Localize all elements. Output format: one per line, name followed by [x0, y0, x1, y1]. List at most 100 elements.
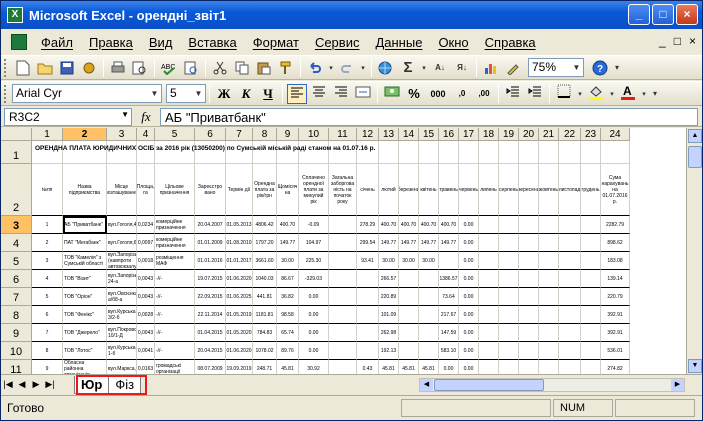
cell[interactable]: 0.00 [299, 324, 329, 342]
cell[interactable]: 9 [32, 360, 63, 374]
column-title-cell[interactable]: Площа, га [137, 164, 155, 216]
cell[interactable] [519, 288, 539, 306]
column-header[interactable]: 14 [399, 128, 419, 141]
cell[interactable] [559, 252, 581, 270]
spelling-icon[interactable]: ABC [159, 58, 179, 78]
column-header[interactable]: 17 [459, 128, 479, 141]
font-size-select[interactable]: 5 ▼ [166, 84, 206, 103]
cell[interactable] [329, 342, 357, 360]
autosum-dropdown-icon[interactable]: ▾ [420, 58, 428, 78]
cell[interactable] [581, 141, 601, 164]
next-sheet-icon[interactable]: ▶ [29, 379, 43, 390]
cut-icon[interactable] [210, 58, 230, 78]
cell[interactable]: вул.Покровська 10/1-Д [107, 324, 137, 342]
cell[interactable] [581, 360, 601, 374]
scroll-up-icon[interactable]: ▲ [688, 129, 702, 143]
cell[interactable]: 0,0028 [137, 306, 155, 324]
column-title-cell[interactable]: Зареєстро вано [195, 164, 226, 216]
cell[interactable]: 01.05.2020 [226, 324, 253, 342]
cell[interactable] [519, 324, 539, 342]
cell[interactable]: вул.Гоголя,6 [107, 234, 137, 252]
maximize-button[interactable]: □ [652, 4, 674, 25]
cell[interactable] [559, 216, 581, 234]
column-title-cell[interactable]: Термін дії [226, 164, 253, 216]
cell[interactable]: 0.00 [459, 270, 479, 288]
cell[interactable]: 220.89 [379, 288, 399, 306]
cell[interactable]: 220.79 [601, 288, 630, 306]
cell[interactable]: 1 [32, 216, 63, 234]
cell[interactable]: 149.77 [379, 234, 399, 252]
column-header[interactable]: 18 [479, 128, 499, 141]
cell[interactable]: 0.00 [439, 360, 459, 374]
column-header[interactable]: 12 [357, 128, 379, 141]
percent-button[interactable]: % [404, 84, 424, 104]
column-header[interactable]: 5 [155, 128, 195, 141]
new-icon[interactable] [13, 58, 33, 78]
cell[interactable]: 0.00 [299, 306, 329, 324]
cell[interactable] [479, 216, 499, 234]
cell[interactable] [399, 306, 419, 324]
cell[interactable]: 0.00 [459, 288, 479, 306]
row-header[interactable]: 8 [1, 306, 32, 324]
cell[interactable] [399, 288, 419, 306]
scroll-left-icon[interactable]: ◀ [420, 379, 433, 391]
toolbar-options-icon[interactable]: ▾ [650, 84, 660, 104]
column-title-cell[interactable]: Цільове призначення [155, 164, 195, 216]
cell[interactable] [499, 324, 519, 342]
borders-icon[interactable] [554, 84, 574, 104]
cell[interactable]: 01.08.2010 [226, 234, 253, 252]
undo-icon[interactable] [305, 58, 325, 78]
cell[interactable]: ТОВ "Лотос" [63, 342, 107, 360]
cell[interactable]: вул.Курська 1-б [107, 342, 137, 360]
cell[interactable]: 45.81 [277, 360, 299, 374]
scroll-right-icon[interactable]: ▶ [671, 379, 684, 391]
align-right-icon[interactable] [331, 84, 351, 104]
cell[interactable]: 400.70 [379, 216, 399, 234]
column-title-cell[interactable]: лютий [379, 164, 399, 216]
select-all-corner[interactable] [1, 128, 32, 141]
row-header[interactable]: 1 [1, 141, 32, 164]
cell[interactable] [581, 306, 601, 324]
cell[interactable]: 0.00 [299, 342, 329, 360]
formula-input[interactable]: АБ "Приватбанк" [160, 107, 698, 126]
cell[interactable]: 3 [32, 252, 63, 270]
cell[interactable] [519, 342, 539, 360]
column-header[interactable]: 21 [539, 128, 559, 141]
column-header[interactable]: 2 [63, 128, 107, 141]
cell[interactable]: 4 [32, 270, 63, 288]
cell[interactable]: 86.67 [277, 270, 299, 288]
cell[interactable] [357, 288, 379, 306]
cell[interactable]: 0,0043 [137, 288, 155, 306]
cell[interactable] [559, 360, 581, 374]
cell[interactable]: Обласна районна організація [63, 360, 107, 374]
open-icon[interactable] [35, 58, 55, 78]
column-title-cell[interactable]: Орендна плата за рік/грн [253, 164, 277, 216]
cell[interactable]: 19.09.2019 [226, 360, 253, 374]
cell[interactable] [499, 342, 519, 360]
cell[interactable]: АБ "Приватбанк" [63, 216, 107, 234]
zoom-dropdown-icon[interactable]: ▼ [570, 59, 583, 76]
cell[interactable]: комерційне призначення [155, 234, 195, 252]
cell[interactable]: 6 [32, 306, 63, 324]
cell[interactable] [439, 252, 459, 270]
cell[interactable]: 08.07.2009 [195, 360, 226, 374]
cell[interactable] [419, 306, 439, 324]
insert-function-button[interactable]: fx [132, 109, 160, 125]
column-header[interactable]: 13 [379, 128, 399, 141]
cell[interactable] [479, 342, 499, 360]
cell[interactable] [539, 324, 559, 342]
cell[interactable]: 0,0018 [137, 252, 155, 270]
cell[interactable]: 299.54 [357, 234, 379, 252]
cell[interactable]: 36.82 [277, 288, 299, 306]
cell[interactable] [539, 216, 559, 234]
sort-asc-icon[interactable]: А↓ [430, 58, 450, 78]
column-title-cell[interactable]: Назва підприємства [63, 164, 107, 216]
cell[interactable]: 7 [32, 324, 63, 342]
cell[interactable] [419, 324, 439, 342]
paste-icon[interactable] [254, 58, 274, 78]
cell[interactable]: 01.06.2025 [226, 288, 253, 306]
bold-button[interactable]: Ж [214, 84, 234, 104]
copy-icon[interactable] [232, 58, 252, 78]
cell[interactable]: -329.03 [299, 270, 329, 288]
cell[interactable]: 1181.81 [253, 306, 277, 324]
